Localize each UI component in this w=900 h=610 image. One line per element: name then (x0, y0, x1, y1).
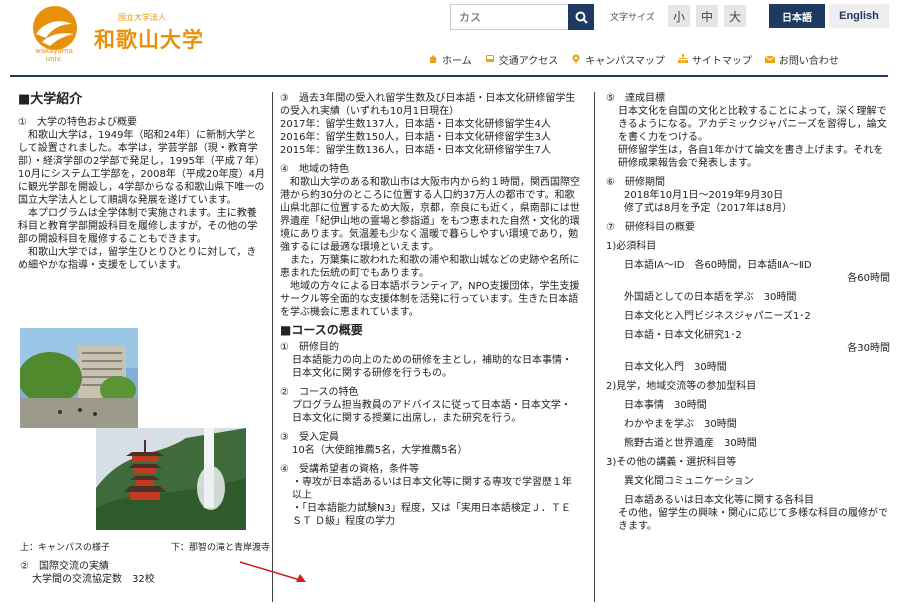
eligibility-language: ・「日本語能力試験N3」程度，又は「実用日本語検定Ｊ．ＴＥＳＴ Ｄ級」程度の学力 (292, 503, 571, 527)
stat-2016: 2016年：留学生数150人，日本語・日本文化研修留学生3人 (280, 132, 551, 143)
subject-group-participation: 2)見学，地域交流等の参加型科目 (606, 381, 757, 392)
subject-research-hours: 各30時間 (847, 343, 890, 354)
font-size-label: 文字サイズ (610, 13, 655, 23)
stat-2015: 2015年：留学生数136人，日本語・日本文化研修留学生7人 (280, 145, 551, 156)
subject-japanese-culture: 日本語あるいは日本文化等に関する各科目 (624, 495, 814, 506)
sitemap-icon (677, 54, 688, 63)
capacity-text: 10名（大使館推薦5名，大学推薦5名） (292, 445, 468, 456)
logo-english: wakayama univ. (35, 47, 73, 63)
subject-wakayama: わかやまを学ぶ 30時間 (624, 419, 737, 430)
column-details: ③ 過去3年間の受入れ留学生数及び日本語・日本文化研修留学生の受入れ実績（いずれ… (280, 92, 580, 528)
heading-past-students: ③ 過去3年間の受入れ留学生数及び日本語・日本文化研修留学生の受入れ実績（いずれ… (280, 93, 576, 117)
nav-contact[interactable]: お問い合わせ (764, 50, 839, 68)
subject-japanese: 日本語ⅠA～ⅠD 各60時間，日本語ⅡA～ⅡD (624, 260, 812, 271)
nachi-waterfall-photo (96, 428, 246, 530)
campus-photo (20, 328, 138, 428)
heading-subjects: ⑦ 研修科目の概要 (606, 222, 695, 233)
search-button[interactable] (568, 4, 594, 30)
subject-intercultural: 異文化間コミュニケーション (624, 476, 754, 487)
search-input[interactable] (451, 5, 566, 29)
heading-eligibility: ④ 受講希望者の資格，条件等 (280, 464, 419, 475)
paragraph-history: 和歌山大学は，1949年（昭和24年）に新制大学として設置されました。本学は，学… (18, 130, 265, 206)
lang-english-button[interactable]: English (829, 4, 889, 28)
nav-sitemap[interactable]: サイトマップ (677, 50, 752, 68)
period-dates: 2018年10月1日～2019年9月30日 (624, 190, 784, 201)
bus-icon (485, 55, 494, 62)
eligibility-major: ・専攻が日本語あるいは日本文化等に関する専攻で学習歴１年以上 (292, 477, 572, 501)
mail-icon (764, 55, 775, 63)
paragraph-heritage: また，万葉集に歌われた和歌の浦や和歌山城などの史跡や名所に恵まれた伝統の町でもあ… (280, 255, 580, 279)
heading-goals: ⑤ 達成目標 (606, 93, 665, 104)
paragraph-program: 本プログラムは全学体制で実施されます。主に教養科目と教育学部開設科目を履修します… (18, 208, 258, 245)
font-size-medium-button[interactable]: 中 (696, 5, 718, 27)
column-curriculum: ⑤ 達成目標 日本文化を自国の文化と比較することによって，深く理解できるようにな… (606, 92, 890, 533)
logo-subtitle: 国立大学法人 (118, 13, 166, 22)
heading-purpose: ① 研修目的 (280, 342, 339, 353)
heading-overview: ① 大学の特色および概要 (18, 117, 137, 128)
photo-captions: 上：キャンパスの様子 下：那智の滝と青岸渡寺 (20, 540, 270, 553)
section-title-course: ■コースの概要 (280, 323, 363, 337)
subject-culture-business: 日本文化と入門ビジネスジャパニーズ1･2 (624, 311, 811, 322)
caption-campus: 上：キャンパスの様子 (20, 543, 111, 553)
paragraph-support: 和歌山大学では，留学生ひとりひとりに対して，きめ細やかな指導・支援をしています。 (18, 247, 257, 271)
column-divider-1 (272, 92, 273, 602)
heading-features: ② コースの特色 (280, 387, 359, 398)
nav-access[interactable]: 交通アクセス (485, 50, 558, 68)
heading-period: ⑥ 研修期間 (606, 177, 665, 188)
home-icon (429, 55, 437, 63)
nav-home[interactable]: ホーム (428, 50, 472, 68)
subject-group-electives: 3)その他の講義・選択科目等 (606, 457, 737, 468)
search-icon (575, 11, 588, 24)
header-divider (10, 75, 888, 77)
university-logo[interactable]: wakayama univ. 国立大学法人 和歌山大学 (28, 4, 228, 64)
heading-exchange: ② 国際交流の実績 (20, 561, 109, 572)
logo-name: 和歌山大学 (94, 28, 204, 52)
heading-region: ④ 地域の特色 (280, 164, 349, 175)
exchange-agreements: 大学間の交流協定数 32校 (32, 574, 155, 585)
subject-other-note: その他，留学生の興味・関心に応じて多様な科目の履修ができます。 (618, 508, 888, 532)
font-size-small-button[interactable]: 小 (668, 5, 690, 27)
subject-intro-culture: 日本文化入門 30時間 (624, 362, 727, 373)
period-ceremony: 修了式は8月を予定（2017年は8月） (624, 203, 793, 214)
subject-research: 日本語・日本文化研究1･2 (624, 330, 742, 341)
caption-waterfall: 下：那智の滝と青岸渡寺 (170, 543, 270, 553)
global-nav: ホーム 交通アクセス キャンパスマップ サイトマップ お問い合わせ (428, 50, 852, 68)
red-arrow-annotation (239, 561, 306, 582)
pin-icon (572, 54, 580, 64)
font-size-large-button[interactable]: 大 (724, 5, 746, 27)
section-title-university: ■大学紹介 (18, 92, 83, 107)
paragraph-volunteers: 地域の方々による日本語ボランティア，NPO支援団体，学生支援サークル等全面的な支… (280, 281, 580, 318)
subject-group-required: 1)必須科目 (606, 241, 657, 252)
subject-kumano: 熊野古道と世界遺産 30時間 (624, 438, 757, 449)
goals-text-2: 研修留学生は，各自1年かけて論文を書き上げます。それを研修成果報告会で発表します… (618, 145, 884, 169)
goals-text: 日本文化を自国の文化と比較することによって，深く理解できるようになる。アカデミッ… (618, 106, 887, 143)
nav-campus-map[interactable]: キャンパスマップ (571, 50, 665, 68)
lang-japanese-button[interactable]: 日本語 (769, 4, 825, 28)
subject-japanese-as-foreign: 外国語としての日本語を学ぶ 30時間 (624, 292, 797, 303)
site-header: wakayama univ. 国立大学法人 和歌山大学 文字サイズ 小 中 大 … (0, 0, 900, 78)
stat-2017: 2017年：留学生数137人，日本語・日本文化研修留学生4人 (280, 119, 551, 130)
features-text: プログラム担当教員のアドバイスに従って日本語・日本文学・日本文化に関する授業に出… (292, 400, 571, 424)
subject-japanese-hours: 各60時間 (847, 273, 890, 284)
heading-capacity: ③ 受入定員 (280, 432, 339, 443)
paragraph-region: 和歌山大学のある和歌山市は大阪市内から約１時間，関西国際空港から約30分のところ… (280, 177, 580, 253)
column-university-intro: ■大学紹介 ① 大学の特色および概要 和歌山大学は，1949年（昭和24年）に新… (18, 92, 266, 272)
column-divider-2 (594, 92, 595, 602)
purpose-text: 日本語能力の向上のための研修を主とし，補助的な日本事情・日本文化に関する研修を行… (292, 355, 572, 379)
exchange-record: ② 国際交流の実績 大学間の交流協定数 32校 (20, 560, 270, 586)
subject-japan-affairs: 日本事情 30時間 (624, 400, 707, 411)
